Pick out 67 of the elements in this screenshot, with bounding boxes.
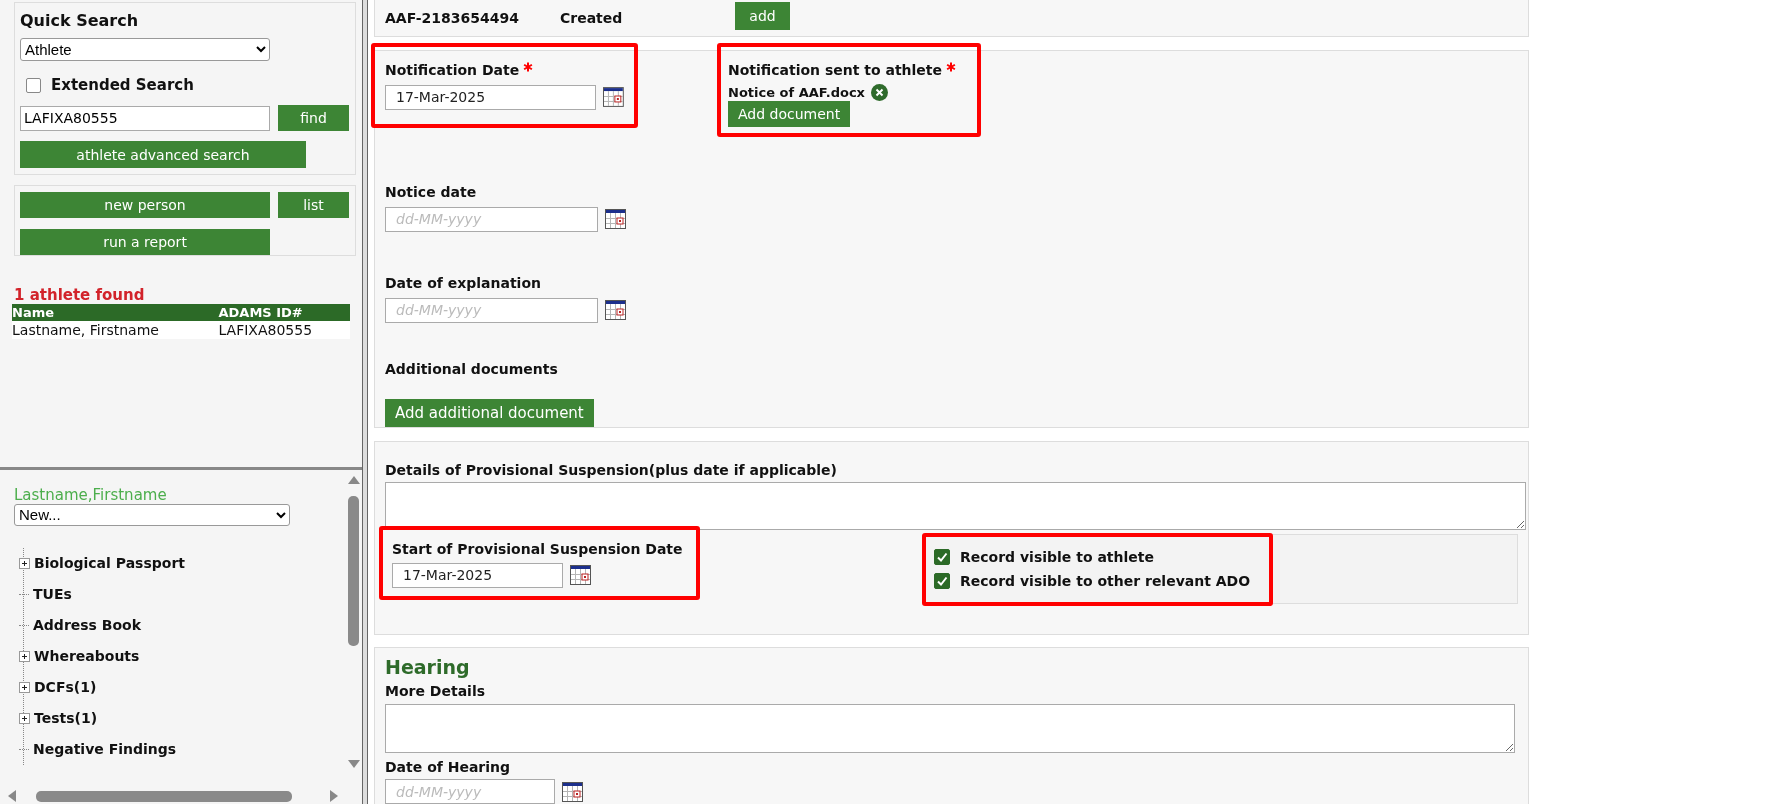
checkbox-label: Record visible to athlete (960, 549, 1154, 566)
tree-item[interactable]: Tests(1) (34, 710, 98, 727)
field-label: Notice date (385, 183, 478, 200)
expand-icon[interactable] (19, 681, 30, 693)
date-field[interactable]: dd-MM-yyyy (385, 297, 598, 323)
tree-item[interactable]: DCFs(1) (34, 679, 97, 696)
date-field[interactable]: 17-Mar-2025 (392, 562, 563, 588)
find-button[interactable]: find (278, 105, 349, 131)
details-field[interactable] (385, 704, 1515, 753)
case-id: AAF-2183654494 (385, 9, 521, 26)
calendar-icon[interactable] (605, 209, 626, 230)
calendar-icon[interactable] (605, 300, 626, 321)
tree-item[interactable]: Address Book (33, 617, 142, 634)
field-label: More Details (385, 683, 486, 699)
table-cell: Lastname, Firstname (12, 321, 219, 339)
panel-title: Quick Search (20, 11, 140, 30)
scroll-down-icon[interactable] (347, 760, 360, 768)
result-count: 1 athlete found (14, 286, 146, 304)
tree-item[interactable]: Whereabouts (34, 648, 140, 665)
date-field[interactable]: 17-Mar-2025 (385, 84, 597, 110)
athlete-name: Lastname,Firstname (14, 485, 168, 504)
tree-item[interactable]: Biological Passport (34, 555, 185, 572)
document-name: Notice of AAF.docx (728, 84, 865, 100)
scrollbar-thumb[interactable] (348, 495, 359, 646)
tree-item[interactable]: Negative Findings (33, 741, 177, 758)
add-button[interactable]: add (735, 1, 790, 30)
section-title: Hearing (385, 656, 471, 678)
search-type-dropdown[interactable]: Athlete (20, 38, 270, 61)
checkbox[interactable] (934, 549, 950, 566)
field-label: Date of Hearing (385, 759, 512, 775)
scroll-up-icon[interactable] (347, 475, 360, 484)
add-document-button[interactable]: Add document (728, 100, 851, 127)
report-button[interactable]: run a report (20, 229, 270, 255)
details-field[interactable] (385, 481, 1526, 530)
checkbox-label: Extended Search (51, 76, 194, 94)
field-label: Date of explanation (385, 274, 542, 291)
advanced-search-button[interactable]: athlete advanced search (20, 141, 306, 168)
remove-icon[interactable] (871, 83, 888, 101)
date-field[interactable]: dd-MM-yyyy (385, 779, 555, 804)
field-label: Notification sent to athlete (728, 61, 967, 78)
checkbox-label: Record visible to other relevant ADO (960, 573, 1251, 590)
scroll-left-icon[interactable] (8, 790, 16, 802)
expand-icon[interactable] (19, 712, 30, 724)
expand-icon[interactable] (19, 557, 30, 569)
field-label: Additional documents (385, 360, 558, 377)
search-field[interactable]: LAFIXA80555 (20, 105, 270, 131)
new-person-button[interactable]: new person (20, 192, 270, 218)
list-button[interactable]: list (278, 192, 349, 218)
scroll-right-icon[interactable] (330, 790, 338, 802)
field-label: Start of Provisional Suspension Date (392, 540, 684, 557)
add-additional-document-button[interactable]: Add additional document (385, 398, 594, 427)
expand-icon[interactable] (19, 650, 30, 662)
scrollbar-thumb[interactable] (36, 790, 292, 802)
field-label: Details of Provisional Suspension(plus date if applicable) (385, 461, 838, 478)
calendar-icon[interactable] (603, 87, 624, 108)
case-status: Created (560, 9, 624, 26)
calendar-icon[interactable] (562, 781, 583, 802)
checkbox[interactable] (26, 77, 41, 93)
record-type-dropdown[interactable]: New... (14, 503, 290, 526)
column-header: ADAMS ID# (218, 304, 350, 321)
date-field[interactable]: dd-MM-yyyy (385, 206, 598, 232)
column-header: Name (12, 304, 219, 321)
field-label: Notification Date (385, 61, 624, 78)
calendar-icon[interactable] (570, 565, 591, 586)
checkbox[interactable] (934, 573, 950, 590)
table-cell: LAFIXA80555 (218, 321, 350, 339)
tree-item[interactable]: TUEs (33, 586, 72, 603)
